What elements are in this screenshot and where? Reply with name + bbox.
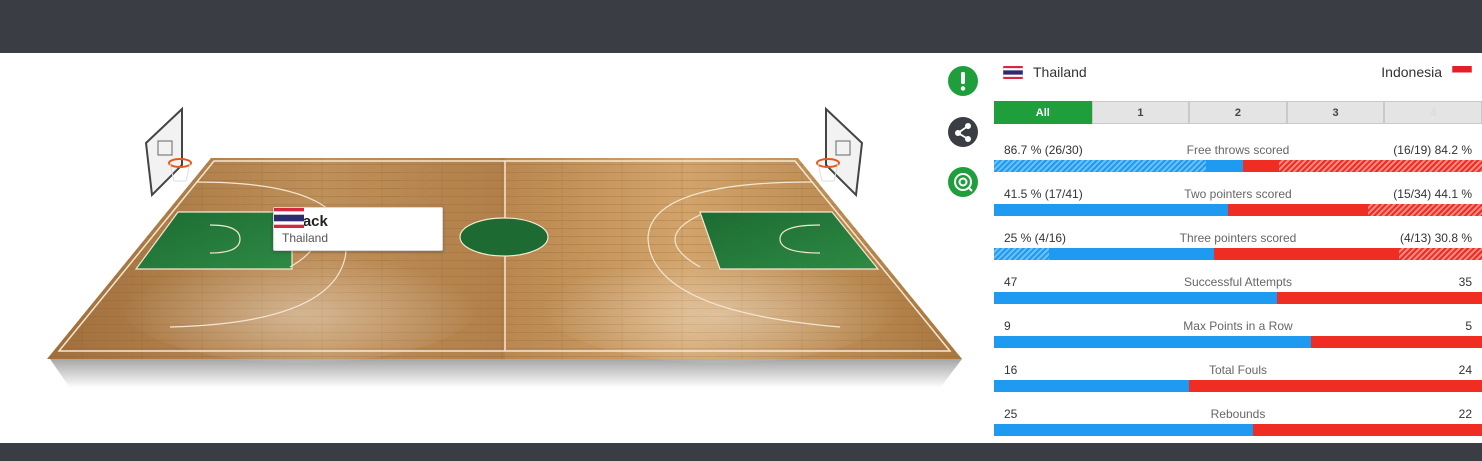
stat-bar (994, 160, 1482, 172)
attack-team-name: Thailand (282, 231, 329, 245)
stat-bar (994, 248, 1482, 260)
home-bar (994, 292, 1278, 304)
away-bar (1228, 204, 1482, 216)
court-view: Attack Thailand (0, 53, 980, 443)
away-value: 5 (1465, 319, 1472, 333)
home-bar (994, 248, 1214, 260)
away-bar (1311, 336, 1482, 348)
stat-label: Total Fouls (1208, 363, 1268, 377)
home-team: Thailand (1003, 64, 1087, 80)
home-bar (994, 204, 1229, 216)
away-value: 35 (1458, 275, 1472, 289)
stat-label: Successful Attempts (1183, 275, 1293, 289)
left-paint-area (134, 211, 293, 270)
home-bar (994, 380, 1190, 392)
center-circle (459, 217, 549, 257)
left-basket-icon (144, 106, 192, 198)
basketball-court (47, 106, 962, 388)
home-bar (994, 336, 1312, 348)
stat-bar (994, 380, 1482, 392)
bottom-bar (0, 443, 1482, 461)
stat-row-two-pointers: 41.5 % (17/41) Two pointers scored (15/3… (994, 186, 1482, 226)
thailand-flag-icon (1003, 65, 1023, 79)
attack-indicator: Attack Thailand (273, 207, 443, 251)
away-value: (16/19) 84.2 % (1393, 143, 1472, 157)
stat-label: Max Points in a Row (1183, 319, 1293, 333)
home-bar (994, 424, 1253, 436)
tab-period-1[interactable]: 1 (1091, 101, 1190, 124)
away-value: 22 (1458, 407, 1472, 421)
match-tracker: Attack Thailand Thailand Indonesia All 1… (0, 53, 1482, 443)
period-tabs: All 1 2 3 4 (994, 101, 1482, 124)
share-icon[interactable] (947, 116, 979, 148)
away-value: (4/13) 30.8 % (1399, 231, 1472, 245)
away-team-name: Indonesia (1381, 64, 1442, 80)
away-team: Indonesia (1381, 64, 1472, 80)
right-basket-icon (816, 106, 864, 198)
stat-row-rebounds: 25 Rebounds 22 (994, 406, 1482, 446)
away-bar (1252, 424, 1482, 436)
stats-panel: Thailand Indonesia All 1 2 3 4 86.7 % (2… (993, 53, 1482, 443)
away-value: 24 (1458, 363, 1472, 377)
stat-row-successful-attempts: 47 Successful Attempts 35 (994, 274, 1482, 314)
away-bar (1242, 160, 1482, 172)
target-icon[interactable] (947, 166, 979, 198)
stat-bar (994, 336, 1482, 348)
stat-bar (994, 292, 1482, 304)
tab-period-4[interactable]: 4 (1384, 101, 1482, 124)
indonesia-flag-icon (1452, 65, 1472, 79)
home-bar (994, 160, 1243, 172)
away-bar (1213, 248, 1482, 260)
stat-row-max-points-in-a-row: 9 Max Points in a Row 5 (994, 318, 1482, 358)
away-bar (1189, 380, 1482, 392)
stat-bar (994, 424, 1482, 436)
right-paint-area (699, 211, 880, 270)
teams-header: Thailand Indonesia (993, 61, 1482, 85)
stat-row-free-throws: 86.7 % (26/30) Free throws scored (16/19… (994, 142, 1482, 182)
away-value: (15/34) 44.1 % (1393, 187, 1472, 201)
top-bar (0, 0, 1482, 53)
thailand-flag-icon (274, 208, 304, 228)
tab-period-2[interactable]: 2 (1189, 101, 1287, 124)
home-team-name: Thailand (1033, 64, 1087, 80)
alert-icon[interactable] (947, 65, 979, 97)
stat-bar (994, 204, 1482, 216)
away-bar (1277, 292, 1482, 304)
stat-row-three-pointers: 25 % (4/16) Three pointers scored (4/13)… (994, 230, 1482, 270)
tab-all[interactable]: All (994, 101, 1092, 124)
stat-label: Rebounds (1210, 407, 1266, 421)
tab-period-3[interactable]: 3 (1286, 101, 1385, 124)
stat-row-total-fouls: 16 Total Fouls 24 (994, 362, 1482, 402)
